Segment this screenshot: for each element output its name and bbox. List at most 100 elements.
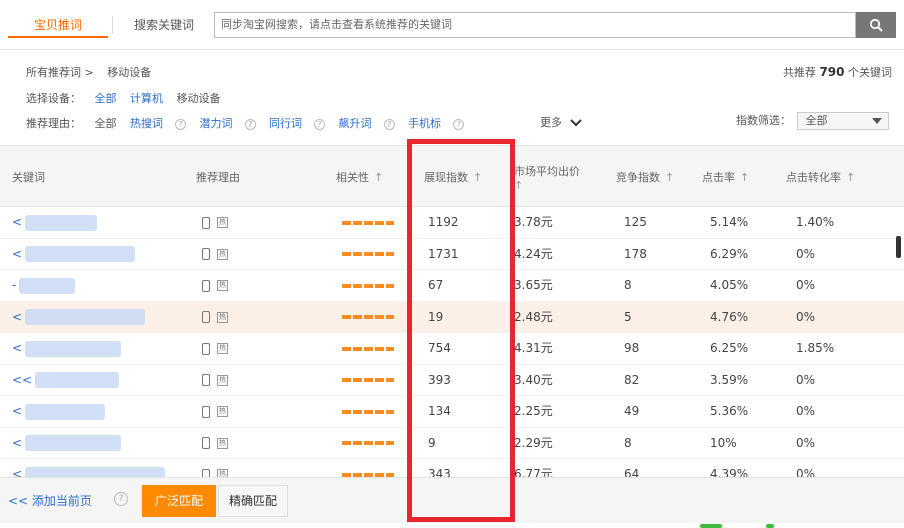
sort-arrow-icon[interactable]: ↑ [740,171,749,184]
keyword-cell[interactable]: - [12,270,76,301]
avg-bid-cell: 2.25元 [514,404,553,418]
cvr-cell: 1.85% [796,341,835,355]
question-icon[interactable]: ? [114,492,128,506]
reason-filter: 推荐理由： 全部 热搜词? 潜力词? 同行词? 飙升词? 手机标? [26,115,474,131]
exact-match-button[interactable]: 精确匹配 [218,485,288,517]
reason-option-peer[interactable]: 同行词? [269,117,325,130]
question-icon[interactable]: ? [453,118,464,130]
avg-bid-cell: 6.77元 [514,467,553,477]
cvr-cell: 0% [796,435,816,450]
table-row: - 热 67 3.65元 8 4.05% 0% [0,270,904,302]
column-header-cvr[interactable]: 点击转化率 ↑ [786,146,855,208]
device-option-all[interactable]: 全部 [95,92,117,105]
device-option-computer[interactable]: 计算机 [130,92,163,105]
ctr-cell: 5.36% [710,404,749,418]
add-keyword-link[interactable]: << [12,373,32,387]
ctr-cell: 3.59% [710,372,749,387]
add-current-page-button[interactable]: << 添加当前页 [8,492,92,509]
phone-icon [202,279,210,292]
cvr-cell: 0% [796,246,816,261]
add-keyword-link[interactable]: < [12,247,22,261]
blurred-keyword [25,246,136,262]
reason-option-potential[interactable]: 潜力词? [200,117,256,130]
relevance-cell [342,239,394,270]
add-keyword-link[interactable]: < [12,215,22,229]
search-input[interactable]: 同步淘宝网搜索，请点击查看系统推荐的关键词 [214,12,856,38]
avg-bid-cell: 3.40元 [514,372,553,387]
more-button[interactable]: 更多 [540,114,582,130]
cvr-cell: 0% [796,278,816,292]
phone-icon [202,468,210,477]
sort-arrow-icon[interactable]: ↑ [665,171,674,184]
ctr-cell: 4.05% [710,278,749,292]
search-button[interactable] [856,12,896,38]
column-header-ctr[interactable]: 点击率 ↑ [702,146,749,208]
table-row: < 热 1731 4.24元 178 6.29% 0% [0,239,904,270]
decoration [766,524,774,528]
relevance-cell [342,207,394,238]
column-header-avg-bid[interactable]: 市场平均出价 ↑ [514,146,598,208]
total-suffix: 个关键词 [848,66,892,79]
keyword-cell[interactable]: < [12,302,146,333]
total-number: 790 [819,65,845,79]
hot-icon: 热 [217,437,228,449]
tab-item-recommend[interactable]: 宝贝推词 [8,12,108,38]
avg-bid-cell: 2.29元 [514,435,553,450]
hot-icon: 热 [217,311,228,323]
add-keyword-link[interactable]: < [12,436,22,450]
reason-option-rising[interactable]: 飙升词? [339,117,395,130]
keyword-cell[interactable]: < [12,333,122,364]
reason-cell: 热 [202,207,228,238]
column-header-impression[interactable]: 展现指数 ↑ [424,146,482,208]
keyword-cell[interactable]: < [12,459,166,477]
relevance-cell [342,428,394,459]
add-keyword-link[interactable]: - [12,278,16,292]
keyword-cell[interactable]: << [12,365,120,396]
add-keyword-link[interactable]: < [12,467,22,477]
sort-arrow-icon[interactable]: ↑ [846,171,855,184]
keyword-cell[interactable]: < [12,396,106,427]
tab-search-keyword[interactable]: 搜索关键词 [118,12,210,38]
device-label: 选择设备： [26,92,81,105]
hot-icon: 热 [217,469,228,477]
sort-arrow-icon[interactable]: ↑ [473,171,482,184]
column-header-relevance[interactable]: 相关性 ↑ [336,146,383,208]
keyword-cell[interactable]: < [12,239,136,270]
impression-cell: 134 [428,404,451,418]
impression-cell: 343 [428,467,451,477]
table-row: < 热 754 4.31元 98 6.25% 1.85% [0,333,904,365]
keyword-cell[interactable]: < [12,207,98,238]
add-keyword-link[interactable]: < [12,310,22,324]
blurred-keyword [25,435,122,451]
reason-option-all[interactable]: 全部 [95,117,117,130]
table-row: < 热 1192 3.78元 125 5.14% 1.40% [0,207,904,239]
impression-cell: 1731 [428,246,459,261]
question-icon[interactable]: ? [244,118,256,130]
competition-cell: 64 [624,467,640,477]
keyword-cell[interactable]: < [12,428,122,459]
cvr-cell: 0% [796,309,816,324]
breadcrumb-root[interactable]: 所有推荐词 > [26,66,94,79]
relevance-bars [342,220,394,225]
question-icon[interactable]: ? [383,118,395,130]
cvr-cell: 0% [796,372,816,387]
ctr-cell: 5.14% [710,215,749,229]
column-header-competition[interactable]: 竞争指数 ↑ [616,146,674,208]
vertical-scrollbar[interactable] [896,236,901,258]
competition-cell: 98 [624,341,640,355]
question-icon[interactable]: ? [175,118,186,130]
index-filter-select[interactable]: 全部 [796,112,889,130]
device-option-mobile[interactable]: 移动设备 [177,92,221,105]
hot-icon: 热 [217,217,228,228]
reason-option-hot[interactable]: 热搜词? [130,117,186,130]
ctr-cell: 4.39% [710,467,749,477]
reason-cell: 热 [202,302,228,333]
add-keyword-link[interactable]: < [12,341,22,355]
broad-match-button[interactable]: 广泛匹配 [142,485,216,517]
cvr-cell: 0% [796,404,816,418]
question-icon[interactable]: ? [314,118,325,130]
sort-arrow-icon[interactable]: ↑ [374,171,383,184]
add-keyword-link[interactable]: < [12,404,22,418]
sort-arrow-icon[interactable]: ↑ [514,179,523,192]
reason-option-mobile[interactable]: 手机标? [408,117,464,130]
